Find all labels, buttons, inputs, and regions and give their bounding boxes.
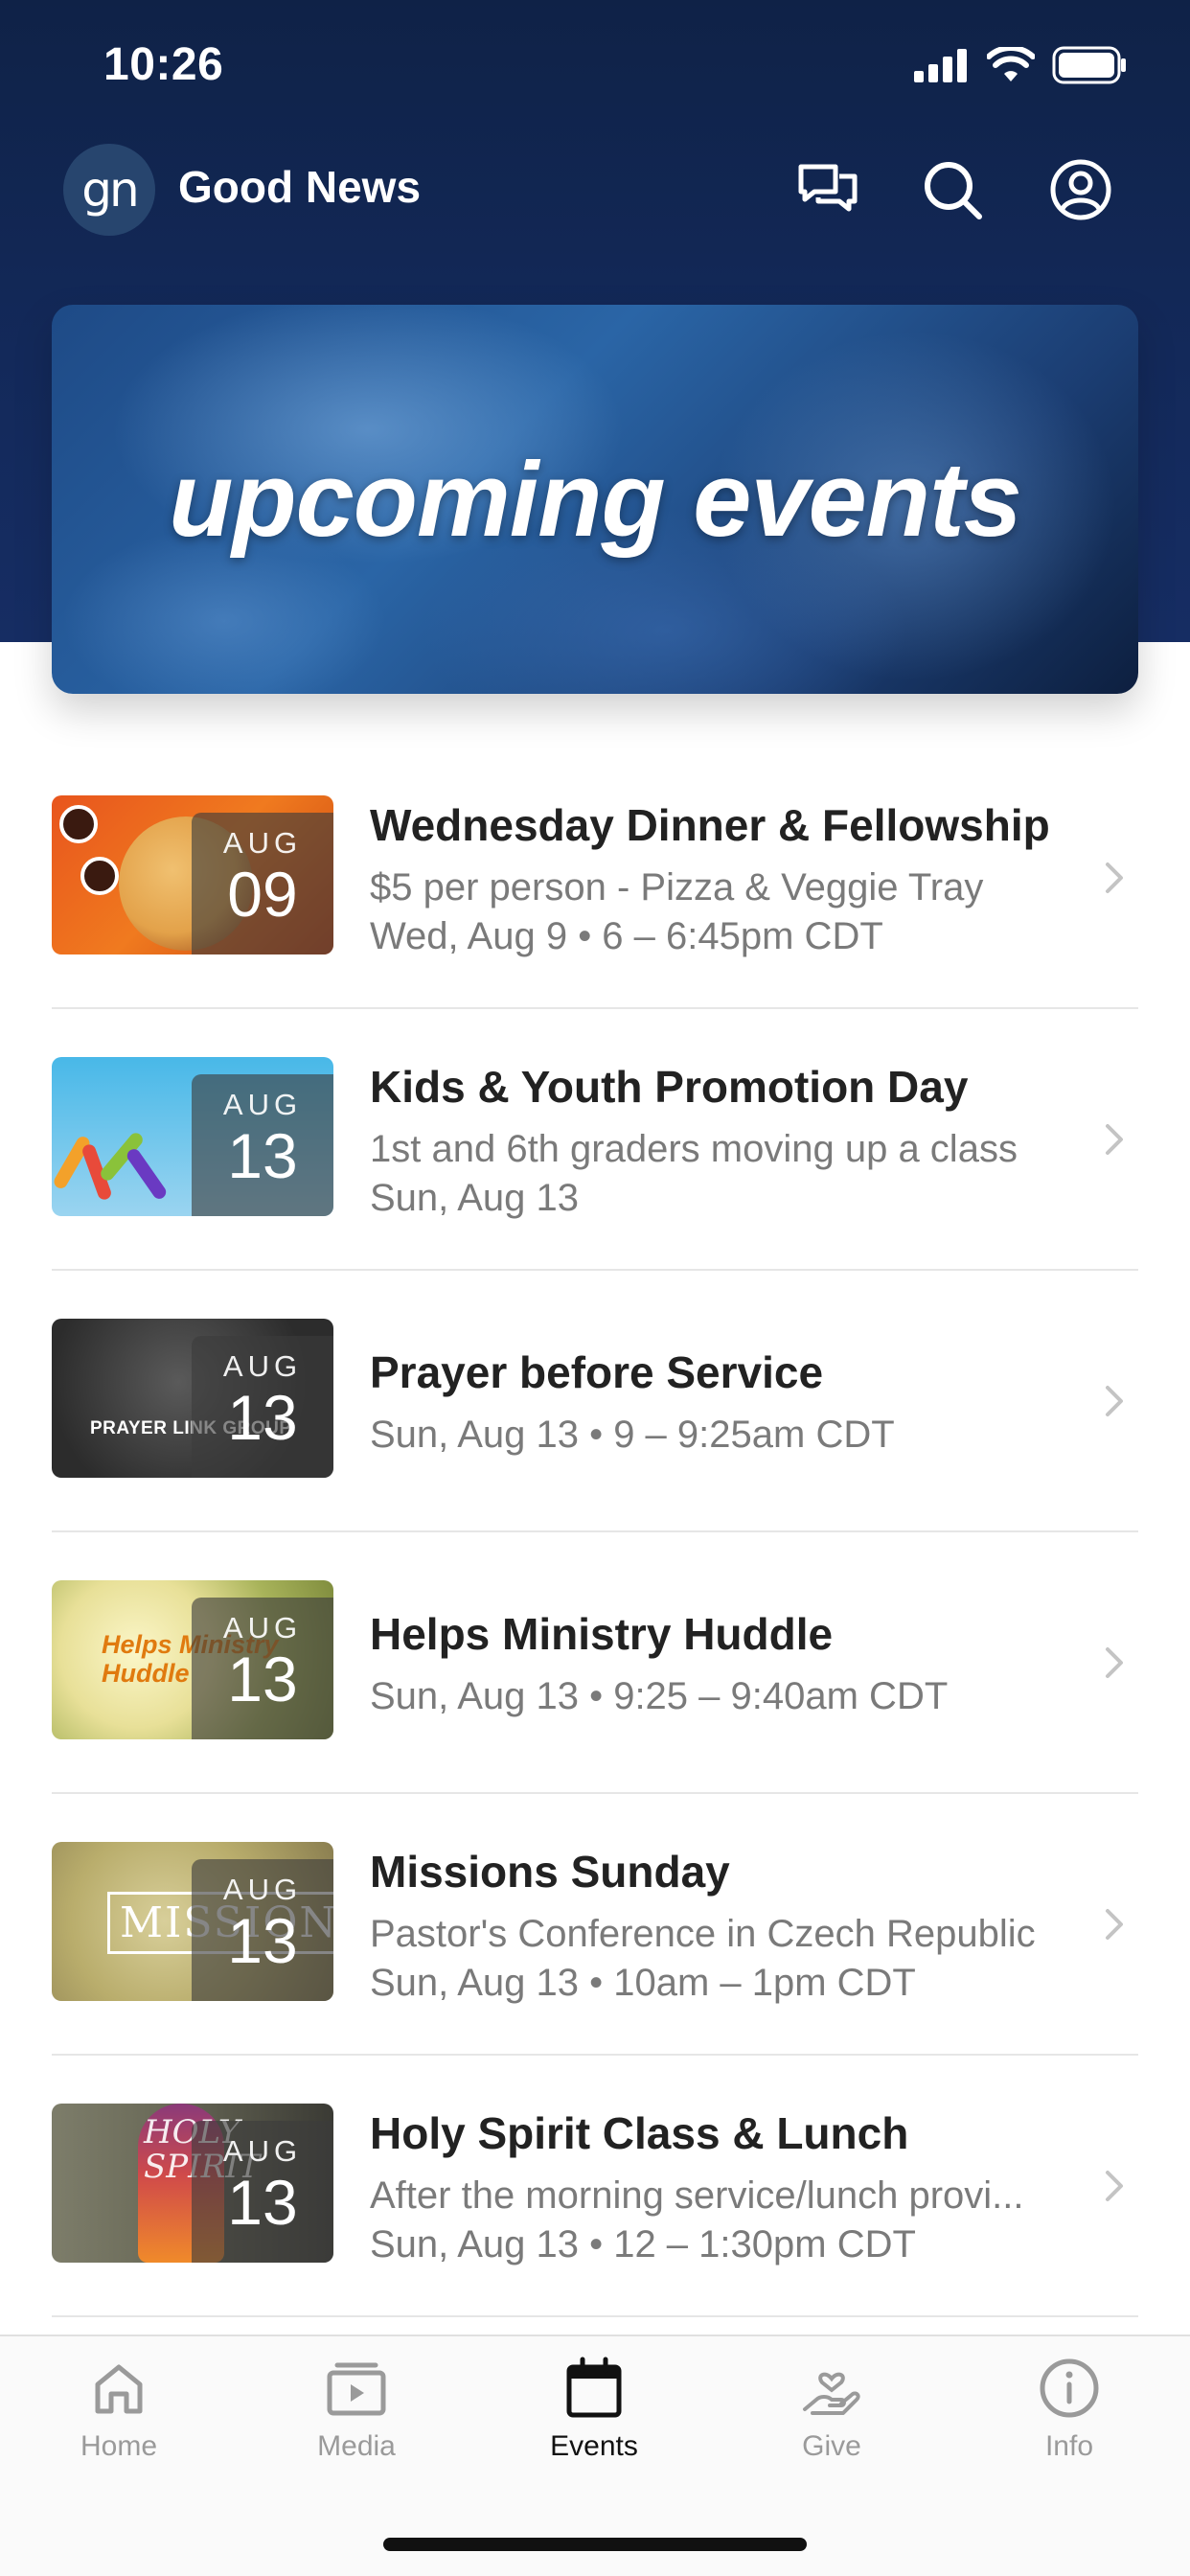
tab-label: Media	[317, 2430, 396, 2462]
status-icons	[914, 44, 1127, 86]
chevron-right-icon	[1106, 1647, 1123, 1678]
date-day: 13	[227, 2167, 298, 2238]
chevron-right-icon	[1106, 1386, 1123, 1416]
app-logo: gn	[63, 144, 155, 236]
search-icon[interactable]	[918, 155, 987, 224]
date-month: AUG	[222, 2134, 303, 2168]
date-badge: AUG 13	[192, 1074, 333, 1216]
bowl-image	[80, 857, 119, 895]
date-month: AUG	[222, 1873, 303, 1906]
date-month: AUG	[222, 1088, 303, 1121]
chevron-right-icon	[1106, 1124, 1123, 1155]
event-thumbnail: AUG 13	[52, 1057, 333, 1216]
event-datetime: Wed, Aug 9 • 6 – 6:45pm CDT	[370, 914, 883, 957]
event-row[interactable]: HOLY SPIRIT AUG 13 Holy Spirit Class & L…	[52, 2056, 1138, 2317]
tab-label: Info	[1044, 2430, 1094, 2462]
bowl-image	[59, 805, 98, 843]
event-thumbnail: Helps Ministry Huddle AUG 13	[52, 1580, 333, 1739]
tab-info[interactable]: Info	[993, 2356, 1146, 2463]
media-icon	[327, 2362, 386, 2416]
date-badge: AUG 13	[192, 2121, 333, 2263]
event-row[interactable]: MISSIONS AUG 13 Missions Sunday Pastor's…	[52, 1794, 1138, 2056]
banner-text: upcoming events	[169, 440, 1022, 559]
event-row[interactable]: Helps Ministry Huddle AUG 13 Helps Minis…	[52, 1532, 1138, 1794]
event-row[interactable]: PRAYER LINK GROUP AUG 13 Prayer before S…	[52, 1271, 1138, 1532]
tab-label: Give	[802, 2430, 861, 2462]
home-indicator[interactable]	[383, 2538, 807, 2551]
date-month: AUG	[222, 1611, 303, 1644]
event-title: Helps Ministry Huddle	[370, 1609, 834, 1659]
tab-label: Home	[80, 2430, 158, 2462]
event-description: $5 per person - Pizza & Veggie Tray	[370, 865, 984, 908]
calendar-icon	[566, 2357, 622, 2418]
upcoming-events-banner: upcoming events	[52, 305, 1138, 694]
event-thumbnail: HOLY SPIRIT AUG 13	[52, 2104, 333, 2263]
date-day: 13	[227, 1905, 298, 1976]
date-day: 13	[227, 1120, 298, 1191]
wifi-icon	[987, 47, 1035, 81]
info-icon	[1040, 2358, 1099, 2418]
chevron-right-icon	[1106, 862, 1123, 893]
logo-text: gn	[81, 162, 139, 218]
tab-label: Events	[550, 2430, 638, 2462]
event-description: Pastor's Conference in Czech Republic	[370, 1912, 1036, 1955]
home-icon	[95, 2364, 143, 2414]
event-thumbnail: PRAYER LINK GROUP AUG 13	[52, 1319, 333, 1478]
event-datetime: Sun, Aug 13 • 12 – 1:30pm CDT	[370, 2222, 916, 2266]
profile-icon[interactable]	[1046, 155, 1115, 224]
event-datetime: Sun, Aug 13 • 9:25 – 9:40am CDT	[370, 1675, 949, 1717]
event-datetime: Sun, Aug 13	[370, 1176, 579, 1219]
chevron-right-icon	[1106, 1909, 1123, 1940]
tab-home[interactable]: Home	[42, 2356, 195, 2463]
date-badge: AUG 09	[192, 813, 333, 954]
tab-events[interactable]: Events	[517, 2356, 671, 2463]
chevron-right-icon	[1106, 2171, 1123, 2201]
date-day: 13	[227, 1644, 298, 1714]
date-badge: AUG 13	[192, 1336, 333, 1478]
event-title: Prayer before Service	[370, 1347, 824, 1397]
cellular-signal-icon	[914, 49, 967, 82]
give-icon	[803, 2372, 860, 2415]
chat-icon[interactable]	[793, 155, 862, 224]
event-title: Holy Spirit Class & Lunch	[370, 2107, 909, 2158]
event-thumbnail: MISSIONS AUG 13	[52, 1842, 333, 2001]
event-title: Missions Sunday	[370, 1846, 730, 1897]
event-description: After the morning service/lunch provi...	[370, 2174, 1024, 2217]
event-description: 1st and 6th graders moving up a class	[370, 1127, 1018, 1170]
date-month: AUG	[222, 826, 303, 860]
app-title: Good News	[178, 162, 422, 212]
event-row[interactable]: AUG 09 Wednesday Dinner & Fellowship $5 …	[52, 748, 1138, 1009]
date-badge: AUG 13	[192, 1859, 333, 2001]
event-title: Kids & Youth Promotion Day	[370, 1061, 969, 1112]
event-datetime: Sun, Aug 13 • 10am – 1pm CDT	[370, 1961, 916, 2004]
date-month: AUG	[222, 1349, 303, 1383]
date-day: 09	[227, 859, 298, 930]
event-datetime: Sun, Aug 13 • 9 – 9:25am CDT	[370, 1414, 895, 1456]
event-thumbnail: AUG 09	[52, 795, 333, 954]
date-day: 13	[227, 1382, 298, 1453]
event-row[interactable]: AUG 13 Kids & Youth Promotion Day 1st an…	[52, 1009, 1138, 1271]
status-time: 10:26	[103, 39, 224, 90]
tab-give[interactable]: Give	[755, 2356, 908, 2463]
event-title: Wednesday Dinner & Fellowship	[370, 799, 1050, 850]
tab-media[interactable]: Media	[280, 2356, 433, 2463]
battery-icon	[1052, 46, 1126, 84]
date-badge: AUG 13	[192, 1598, 333, 1739]
divider	[52, 2315, 1138, 2317]
